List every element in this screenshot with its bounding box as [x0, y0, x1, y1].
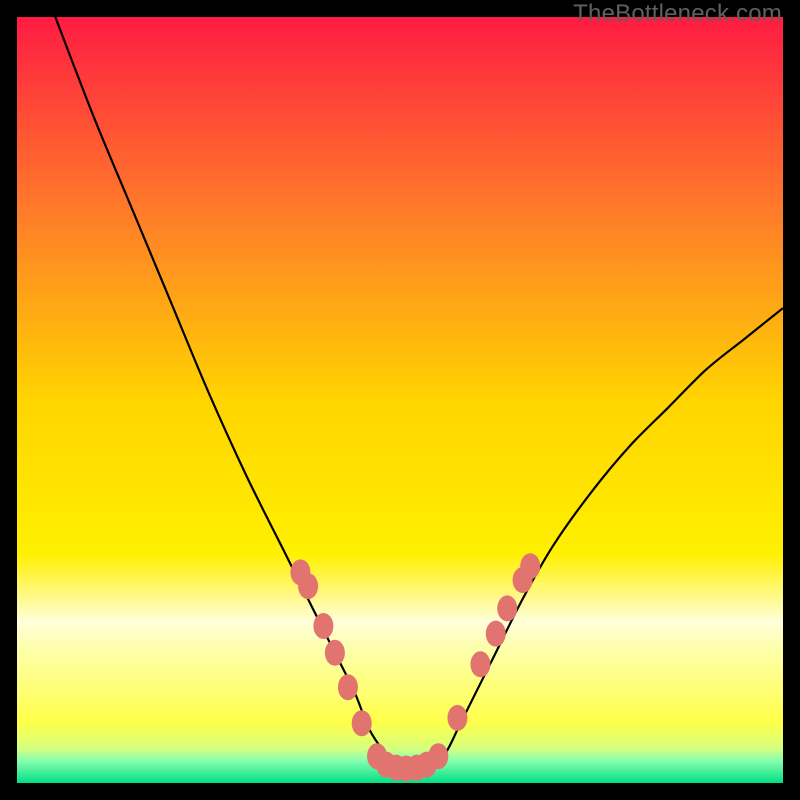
marker-dot [325, 640, 345, 666]
marker-dot [520, 553, 540, 579]
marker-dot [447, 705, 467, 731]
marker-dot [497, 595, 517, 621]
chart-background [17, 17, 783, 783]
marker-dot [298, 573, 318, 599]
marker-dot [313, 613, 333, 639]
marker-dot [470, 651, 490, 677]
marker-dot [486, 621, 506, 647]
marker-dot [338, 674, 358, 700]
chart-svg [17, 17, 783, 783]
bottleneck-chart [17, 17, 783, 783]
marker-dot [352, 710, 372, 736]
marker-dot [428, 743, 448, 769]
watermark-text: TheBottleneck.com [573, 0, 782, 28]
